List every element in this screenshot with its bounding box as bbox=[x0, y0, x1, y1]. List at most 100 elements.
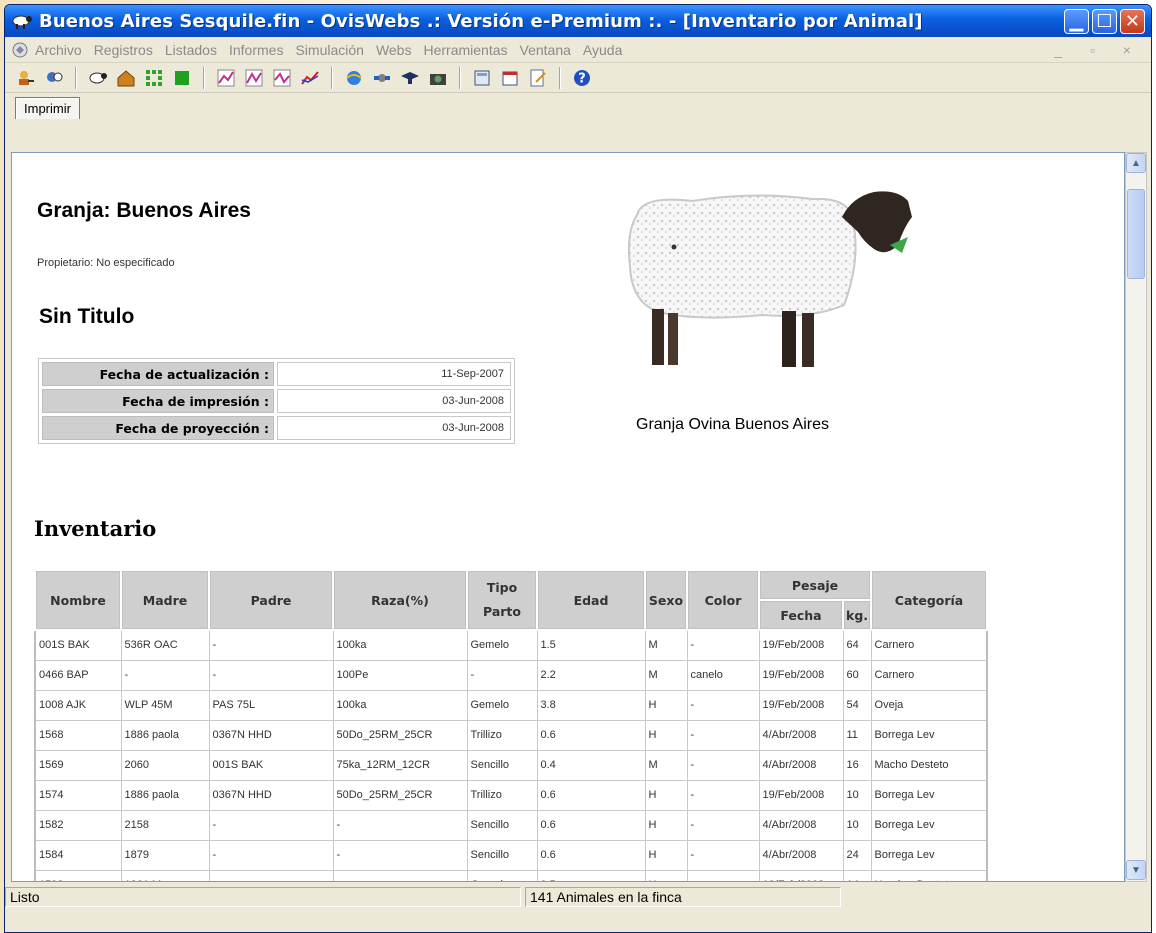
menu-herramientas[interactable]: Herramientas bbox=[423, 42, 507, 58]
toolbar-separator bbox=[331, 66, 333, 89]
graduation-icon[interactable] bbox=[399, 67, 421, 89]
table-cell: 1886 paola bbox=[120, 779, 210, 811]
table-cell: 001S BAK bbox=[208, 749, 334, 781]
svg-text:?: ? bbox=[578, 71, 586, 86]
close-button[interactable]: ✕ bbox=[1120, 8, 1145, 34]
table-cell: 10 bbox=[842, 779, 872, 811]
table-cell: 0.6 bbox=[536, 839, 646, 871]
date-label: Fecha de proyección : bbox=[42, 416, 274, 440]
globe-icon[interactable] bbox=[343, 67, 365, 89]
sheep-caption: Granja Ovina Buenos Aires bbox=[636, 416, 829, 433]
barn-icon[interactable] bbox=[115, 67, 137, 89]
table-cell: Trillizo bbox=[466, 779, 538, 811]
toolbar-separator bbox=[559, 66, 561, 89]
menu-registros[interactable]: Registros bbox=[94, 42, 153, 58]
col-fecha: Fecha bbox=[758, 599, 844, 631]
table-cell: 100ka bbox=[332, 629, 468, 661]
help-icon[interactable]: ? bbox=[571, 67, 593, 89]
inventory-body: 001S BAK 536R OAC -100ka Gemelo 1.5 M -19/Feb/… bbox=[34, 629, 988, 881]
mdi-controls[interactable]: _ ▫ × bbox=[1054, 42, 1143, 58]
trend-icon[interactable] bbox=[299, 67, 321, 89]
calculator-icon[interactable] bbox=[471, 67, 493, 89]
document-icon[interactable] bbox=[11, 41, 29, 59]
table-cell: Carnero bbox=[870, 659, 988, 691]
print-bar: Imprimir bbox=[5, 93, 1151, 119]
table-cell: 2060 bbox=[120, 749, 210, 781]
table-row: 1569 2060 001S BAK 75ka_12RM_12CR Sencillo 0.… bbox=[34, 749, 988, 781]
table-cell: - bbox=[332, 809, 468, 841]
table-cell: 24 bbox=[842, 839, 872, 871]
menu-informes[interactable]: Informes bbox=[229, 42, 283, 58]
table-cell: - bbox=[208, 809, 334, 841]
menu-ventana[interactable]: Ventana bbox=[520, 42, 571, 58]
print-button[interactable]: Imprimir bbox=[15, 97, 80, 119]
table-cell: - bbox=[208, 659, 334, 691]
animal-count: 141 Animales en la finca bbox=[525, 887, 841, 907]
sheep-icon[interactable] bbox=[87, 67, 109, 89]
owner-text: Propietario: No especificado bbox=[37, 257, 175, 269]
scroll-thumb[interactable] bbox=[1127, 189, 1145, 279]
dates-table: Fecha de actualización : 11-Sep-2007 Fec… bbox=[38, 358, 515, 444]
camera-icon[interactable] bbox=[427, 67, 449, 89]
title-bar[interactable]: Buenos Aires Sesquile.fin - OvisWebs .: … bbox=[5, 5, 1151, 37]
table-cell: - bbox=[686, 719, 760, 751]
maximize-button[interactable]: ☐ bbox=[1092, 8, 1117, 34]
inventory-table: Nombre Madre Padre Raza(%) Tipo Parto Ed… bbox=[34, 569, 989, 881]
scroll-up-icon[interactable]: ▲ bbox=[1126, 153, 1146, 173]
table-cell: Borrega Lev bbox=[870, 809, 988, 841]
table-cell: H bbox=[644, 689, 688, 721]
user-edit-icon[interactable] bbox=[15, 67, 37, 89]
vertical-scrollbar[interactable]: ▲ ▼ bbox=[1125, 152, 1147, 882]
table-cell: Sencillo bbox=[466, 749, 538, 781]
col-raza: Raza(%) bbox=[332, 569, 468, 631]
notepad-icon[interactable] bbox=[527, 67, 549, 89]
menu-simulacion[interactable]: Simulación bbox=[295, 42, 363, 58]
col-nombre: Nombre bbox=[34, 569, 122, 631]
table-cell: 0367N HHD bbox=[208, 719, 334, 751]
table-row: 1008 AJK WLP 45M PAS 75L 100ka Gemelo 3.8 H -19… bbox=[34, 689, 988, 721]
table-cell: Borrega Lev bbox=[870, 839, 988, 871]
table-cell: Gemelo bbox=[466, 869, 538, 881]
table-cell: 0.6 bbox=[536, 779, 646, 811]
table-cell: - bbox=[208, 869, 334, 881]
satellite-icon[interactable] bbox=[371, 67, 393, 89]
menu-archivo[interactable]: Archivo bbox=[35, 42, 82, 58]
scroll-down-icon[interactable]: ▼ bbox=[1126, 860, 1146, 880]
col-pesaje: Pesaje bbox=[757, 569, 873, 601]
chart-3-icon[interactable] bbox=[271, 67, 293, 89]
table-cell: 4/Abr/2008 bbox=[758, 719, 844, 751]
sheep-app-icon bbox=[12, 15, 32, 29]
table-cell: 75ka_12RM_12CR bbox=[332, 749, 468, 781]
table-cell: - bbox=[686, 839, 760, 871]
grid-icon[interactable] bbox=[143, 67, 165, 89]
table-cell: - bbox=[332, 869, 468, 881]
table-cell: WLP 45M bbox=[120, 689, 210, 721]
table-cell: Borrega Lev bbox=[870, 779, 988, 811]
farm-title: Granja: Buenos Aires bbox=[37, 199, 251, 222]
menu-ayuda[interactable]: Ayuda bbox=[583, 42, 622, 58]
table-cell: M bbox=[644, 629, 688, 661]
table-cell: Gemelo bbox=[466, 629, 538, 661]
table-cell: H bbox=[644, 839, 688, 871]
table-cell: - bbox=[686, 779, 760, 811]
calendar-icon[interactable] bbox=[499, 67, 521, 89]
minimize-button[interactable]: ▁ bbox=[1064, 8, 1089, 34]
chart-icon[interactable] bbox=[215, 67, 237, 89]
table-cell: PAS 75L bbox=[208, 689, 334, 721]
toolbar: ? bbox=[5, 63, 1151, 93]
search-users-icon[interactable] bbox=[43, 67, 65, 89]
col-kg: kg. bbox=[841, 599, 873, 631]
menu-listados[interactable]: Listados bbox=[165, 42, 217, 58]
date-row: Fecha de proyección : 03-Jun-2008 bbox=[42, 416, 511, 440]
menu-webs[interactable]: Webs bbox=[376, 42, 412, 58]
table-cell: 60 bbox=[842, 659, 872, 691]
table-cell: H bbox=[644, 779, 688, 811]
chart-2-icon[interactable] bbox=[243, 67, 265, 89]
table-row: 15921861 Mapa--Gemelo0.5H-19/Feb/200814H… bbox=[34, 869, 988, 881]
table-row: 1568 1886 paola 0367N HHD 50Do_25RM_25CR Tri… bbox=[34, 719, 988, 751]
green-square-icon[interactable] bbox=[171, 67, 193, 89]
table-cell: 19/Feb/2008 bbox=[758, 629, 844, 661]
table-cell: M bbox=[644, 659, 688, 691]
date-value: 03-Jun-2008 bbox=[277, 416, 511, 440]
table-cell: 4/Abr/2008 bbox=[758, 749, 844, 781]
